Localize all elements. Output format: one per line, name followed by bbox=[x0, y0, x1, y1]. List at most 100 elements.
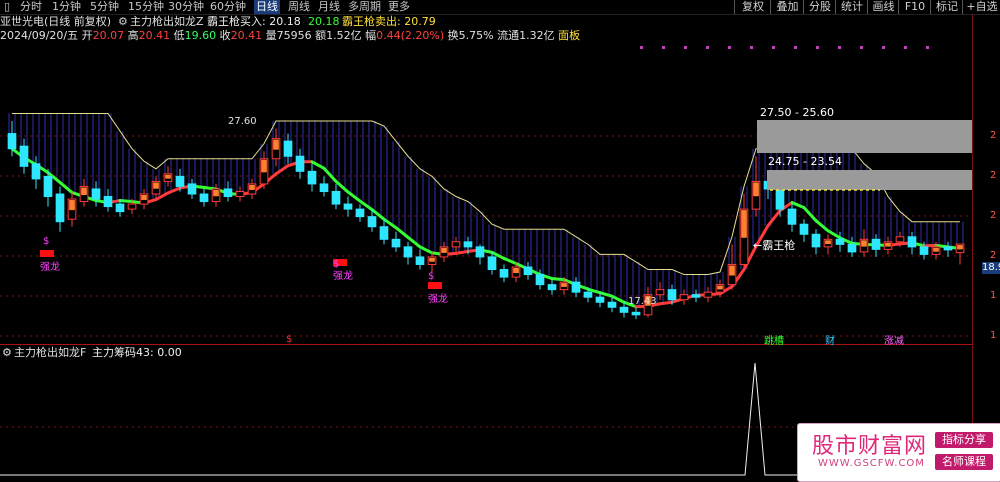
low-label: 低 bbox=[173, 29, 185, 42]
resistance-zone-2 bbox=[767, 170, 972, 190]
toolbar-button-2[interactable]: 分股 bbox=[803, 0, 836, 14]
candle-body bbox=[103, 196, 113, 208]
candle-body bbox=[367, 216, 377, 228]
amount-value: 1.52亿 bbox=[326, 29, 362, 42]
period-tab-2[interactable]: 5分钟 bbox=[90, 0, 119, 14]
window-icon[interactable]: ▯ bbox=[4, 0, 10, 14]
volume-label: 量 bbox=[265, 29, 277, 42]
candle-body bbox=[199, 193, 209, 203]
candle-fill bbox=[825, 240, 831, 245]
candle-body bbox=[583, 291, 593, 298]
candle-fill bbox=[69, 200, 75, 211]
candle-fill bbox=[261, 159, 267, 173]
buy-value-2: 20.18 bbox=[308, 15, 340, 28]
candle-body bbox=[547, 284, 557, 291]
candle-fill bbox=[153, 182, 159, 189]
ma-segment bbox=[334, 179, 350, 194]
candle-body bbox=[835, 238, 845, 245]
candle-body bbox=[667, 289, 677, 301]
toolbar-button-7[interactable]: +自选 bbox=[962, 0, 1000, 14]
current-price-tag: 18.9 bbox=[982, 262, 1000, 274]
axis-label-0: 2 bbox=[990, 130, 997, 141]
candle-body bbox=[319, 183, 329, 192]
quote-date: 2024/09/20/五 bbox=[0, 29, 79, 42]
ma-segment bbox=[502, 256, 518, 265]
candle-body bbox=[499, 269, 509, 278]
volume-value: 75956 bbox=[276, 29, 312, 42]
candle-body bbox=[619, 306, 629, 313]
period-tab-5[interactable]: 60分钟 bbox=[210, 0, 246, 14]
zone1-label: 27.50 - 25.60 bbox=[760, 106, 834, 119]
dollar-tag-1: $ bbox=[333, 259, 340, 270]
toolbar-button-5[interactable]: F10 bbox=[898, 0, 931, 14]
period-tab-7[interactable]: 周线 bbox=[288, 0, 310, 14]
open-value: 20.07 bbox=[92, 29, 125, 42]
signal-dot bbox=[794, 46, 797, 49]
watermark-url: WWW.GSCFW.COM bbox=[818, 458, 925, 469]
axis-label-4: 1 bbox=[990, 290, 997, 301]
signal-dot bbox=[640, 46, 643, 49]
indicator-name[interactable]: 主力枪出如龙Z bbox=[130, 15, 204, 29]
dollar-tag-3: $ bbox=[286, 334, 293, 345]
period-tab-1[interactable]: 1分钟 bbox=[52, 0, 81, 14]
badge-share: 指标分享 bbox=[935, 432, 993, 448]
period-tab-4[interactable]: 30分钟 bbox=[168, 0, 204, 14]
candle-body bbox=[919, 246, 929, 255]
high-value: 20.41 bbox=[138, 29, 171, 42]
toolbar-button-6[interactable]: 标记 bbox=[930, 0, 963, 14]
candle-body bbox=[475, 246, 485, 258]
buy-label: 霸王枪买入: 20.18 bbox=[207, 15, 301, 28]
toolbar-button-3[interactable]: 统计 bbox=[835, 0, 868, 14]
float-value: 1.32亿 bbox=[519, 29, 555, 42]
main-candlestick-chart[interactable] bbox=[0, 44, 972, 344]
candle-fill bbox=[165, 174, 171, 179]
ma-segment bbox=[454, 249, 470, 255]
period-tab-9[interactable]: 多周期 bbox=[348, 0, 381, 14]
amount-label: 额 bbox=[315, 29, 327, 42]
candle-fill bbox=[81, 187, 87, 195]
ma-segment bbox=[826, 229, 842, 240]
panel-button[interactable]: 面板 bbox=[558, 29, 580, 42]
ma-segment bbox=[406, 235, 422, 249]
high-label: 高 bbox=[127, 29, 139, 42]
toolbar-button-1[interactable]: 叠加 bbox=[770, 0, 804, 14]
candle-body bbox=[847, 243, 857, 253]
candle-fill bbox=[249, 184, 255, 190]
candle-body bbox=[655, 289, 665, 296]
candle-fill bbox=[741, 210, 747, 238]
signal-dot bbox=[684, 46, 687, 49]
signal-dot bbox=[750, 46, 753, 49]
toolbar-button-4[interactable]: 画线 bbox=[867, 0, 899, 14]
zone2-label: 24.75 - 23.54 bbox=[768, 155, 842, 168]
candle-fill bbox=[957, 245, 963, 250]
candle-fill bbox=[273, 139, 279, 150]
candle-body bbox=[607, 301, 617, 308]
open-label: 开 bbox=[81, 29, 93, 42]
ma-segment bbox=[118, 199, 134, 204]
candle-fill bbox=[561, 283, 567, 287]
right-axis-divider bbox=[972, 14, 973, 480]
candle-body bbox=[391, 238, 401, 248]
ma-segment bbox=[814, 219, 830, 233]
resistance-zone-1 bbox=[757, 120, 972, 153]
candle-body bbox=[187, 183, 197, 195]
ma-segment bbox=[922, 243, 938, 248]
candle-body bbox=[895, 236, 905, 243]
candle-body bbox=[295, 155, 305, 172]
candle-fill bbox=[885, 242, 891, 247]
ma-segment bbox=[802, 206, 818, 223]
candle-body bbox=[703, 291, 713, 298]
candle-body bbox=[355, 208, 365, 218]
period-tab-3[interactable]: 15分钟 bbox=[128, 0, 164, 14]
period-tab-6[interactable]: 日线 bbox=[254, 0, 280, 14]
period-tab-10[interactable]: 更多 bbox=[388, 0, 410, 14]
candle-fill bbox=[933, 247, 939, 252]
period-tab-0[interactable]: 分时 bbox=[20, 0, 42, 14]
candle-body bbox=[691, 294, 701, 298]
indicator-gear-icon[interactable]: ⚙ bbox=[118, 15, 128, 29]
period-tab-8[interactable]: 月线 bbox=[318, 0, 340, 14]
watermark-brand: 股市财富网 bbox=[812, 434, 928, 459]
candle-body bbox=[907, 236, 917, 248]
candle-body bbox=[43, 175, 53, 198]
toolbar-button-0[interactable]: 复权 bbox=[734, 0, 771, 14]
